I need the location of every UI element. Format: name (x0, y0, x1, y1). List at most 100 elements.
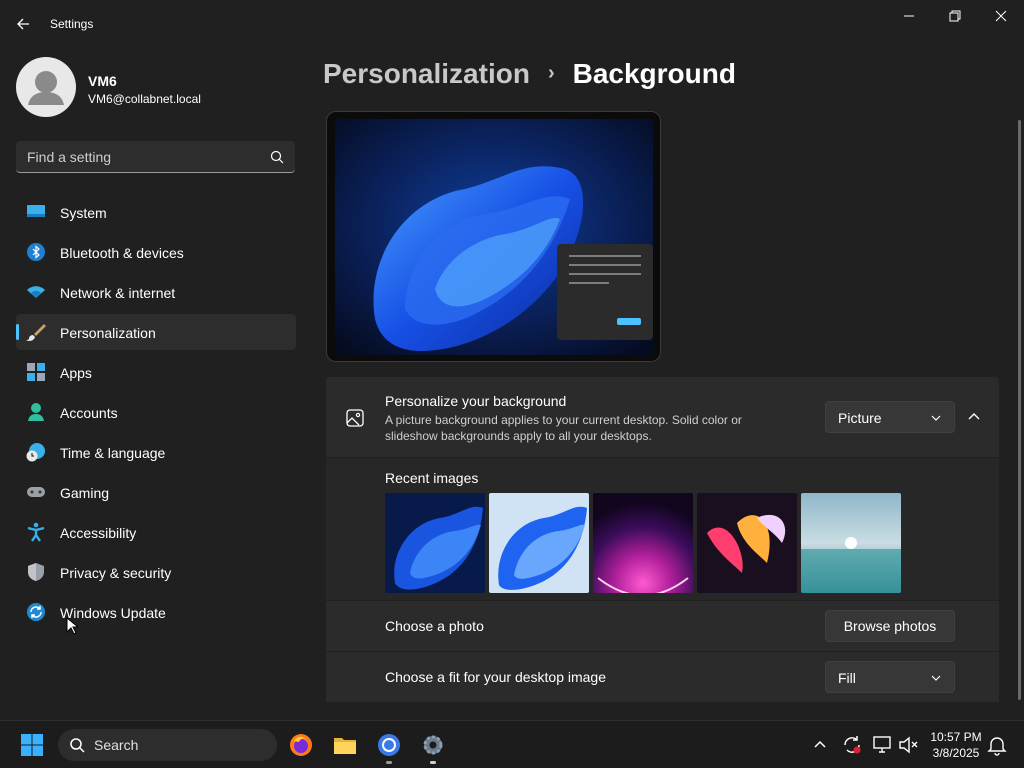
mouse-cursor-icon (66, 617, 78, 635)
fit-row: Choose a fit for your desktop image Fill (326, 652, 999, 702)
recent-image-2[interactable] (489, 493, 589, 593)
sidebar-item-label: Accounts (60, 405, 118, 421)
search-icon (270, 150, 284, 164)
running-indicator (386, 761, 392, 764)
recent-image-3[interactable] (593, 493, 693, 593)
sidebar-item-bluetooth[interactable]: Bluetooth & devices (16, 234, 296, 270)
minimize-button[interactable] (886, 0, 932, 32)
sidebar-item-personalization[interactable]: Personalization (16, 314, 296, 350)
update-icon (27, 603, 45, 621)
breadcrumb: Personalization › Background (323, 58, 736, 90)
sidebar-item-label: Accessibility (60, 525, 137, 541)
breadcrumb-parent[interactable]: Personalization (323, 58, 530, 89)
personalize-background-title: Personalize your background (385, 393, 567, 409)
chrome-icon[interactable] (377, 733, 401, 757)
running-indicator (430, 761, 436, 764)
settings-icon[interactable] (421, 733, 445, 757)
choose-photo-row: Choose a photo Browse photos (326, 601, 999, 651)
fit-dropdown[interactable]: Fill (825, 661, 955, 693)
avatar[interactable] (16, 57, 76, 117)
sidebar-item-time-language[interactable]: Time & language (16, 434, 296, 470)
file-explorer-icon[interactable] (333, 733, 357, 757)
globe-clock-icon (26, 443, 45, 462)
background-settings-panel: Personalize your background A picture ba… (326, 377, 999, 702)
restore-icon (949, 10, 961, 22)
browse-photos-button[interactable]: Browse photos (825, 610, 955, 642)
sidebar-item-label: Gaming (60, 485, 110, 501)
back-arrow-icon (17, 18, 29, 30)
fit-label: Choose a fit for your desktop image (385, 669, 607, 685)
breadcrumb-separator: › (547, 62, 555, 84)
clock[interactable]: 10:57 PM 3/8/2025 (923, 729, 989, 761)
wallpaper-preview-image (335, 119, 653, 355)
background-type-dropdown[interactable]: Picture (825, 401, 955, 433)
recent-image-4[interactable] (697, 493, 797, 593)
chevron-up-icon (968, 413, 980, 420)
brush-icon (26, 324, 46, 341)
personalize-background-card: Personalize your background A picture ba… (326, 377, 999, 457)
chevron-down-icon (931, 415, 941, 421)
taskbar-search[interactable]: Search (58, 729, 277, 761)
sidebar-item-label: Privacy & security (60, 565, 172, 581)
firefox-icon[interactable] (289, 733, 313, 757)
search-placeholder: Find a setting (27, 149, 112, 165)
sidebar-item-label: System (60, 205, 107, 221)
user-name: VM6 (88, 73, 117, 89)
gamepad-icon (27, 487, 45, 497)
preview-window-mock (557, 244, 653, 340)
sidebar-item-apps[interactable]: Apps (16, 354, 296, 390)
back-button[interactable] (12, 12, 36, 36)
sidebar-item-accounts[interactable]: Accounts (16, 394, 296, 430)
volume-muted-icon[interactable] (897, 733, 921, 757)
recent-image-5[interactable] (801, 493, 901, 593)
person-avatar-icon (28, 71, 64, 105)
notification-bell-icon[interactable] (985, 733, 1009, 757)
sidebar-item-privacy[interactable]: Privacy & security (16, 554, 296, 590)
sidebar-item-label: Personalization (60, 325, 156, 341)
taskbar-search-label: Search (94, 737, 139, 753)
person-icon (28, 403, 44, 421)
restore-button[interactable] (932, 0, 978, 32)
sidebar-item-label: Network & internet (60, 285, 176, 301)
search-icon (70, 738, 85, 753)
recent-image-1[interactable] (385, 493, 485, 593)
personalize-background-description: A picture background applies to your cur… (385, 413, 742, 443)
sidebar-item-network[interactable]: Network & internet (16, 274, 296, 310)
recent-images-list (385, 493, 901, 593)
choose-photo-label: Choose a photo (385, 618, 484, 634)
background-type-value: Picture (838, 410, 882, 426)
clock-time: 10:57 PM (930, 730, 982, 744)
system-icon (27, 205, 45, 217)
page-title: Background (572, 58, 736, 89)
sidebar-nav: System Bluetooth & devices Network & int… (16, 194, 296, 634)
collapse-button[interactable] (963, 406, 985, 428)
accessibility-icon (27, 522, 45, 542)
recent-images-label: Recent images (385, 470, 479, 486)
scrollbar[interactable] (1018, 120, 1021, 700)
sidebar-item-label: Bluetooth & devices (60, 245, 184, 261)
taskbar: Search 10:57 PM 3/8/2025 (0, 720, 1024, 768)
sidebar-item-system[interactable]: System (16, 194, 296, 230)
sidebar-item-label: Apps (60, 365, 92, 381)
image-icon (346, 409, 364, 427)
sidebar-item-label: Time & language (60, 445, 166, 461)
user-email: VM6@collabnet.local (88, 92, 201, 106)
shield-icon (28, 563, 44, 581)
fit-value: Fill (838, 670, 856, 686)
apps-icon (27, 363, 45, 381)
sidebar-item-windows-update[interactable]: Windows Update (16, 594, 296, 630)
sync-icon[interactable] (840, 733, 864, 757)
close-button[interactable] (978, 0, 1024, 32)
sidebar-item-gaming[interactable]: Gaming (16, 474, 296, 510)
clock-date: 3/8/2025 (932, 746, 980, 760)
close-icon (995, 10, 1007, 22)
settings-search-input[interactable]: Find a setting (16, 141, 295, 173)
settings-window: Settings VM6 VM6@collabnet.local Find a … (0, 0, 1024, 720)
windows-start-icon[interactable] (20, 733, 44, 757)
network-icon[interactable] (871, 733, 895, 757)
sidebar-item-accessibility[interactable]: Accessibility (16, 514, 296, 550)
wifi-icon (27, 286, 45, 298)
minimize-icon (904, 15, 914, 17)
chevron-up-icon[interactable] (808, 733, 832, 757)
title-bar: Settings (0, 0, 1024, 48)
